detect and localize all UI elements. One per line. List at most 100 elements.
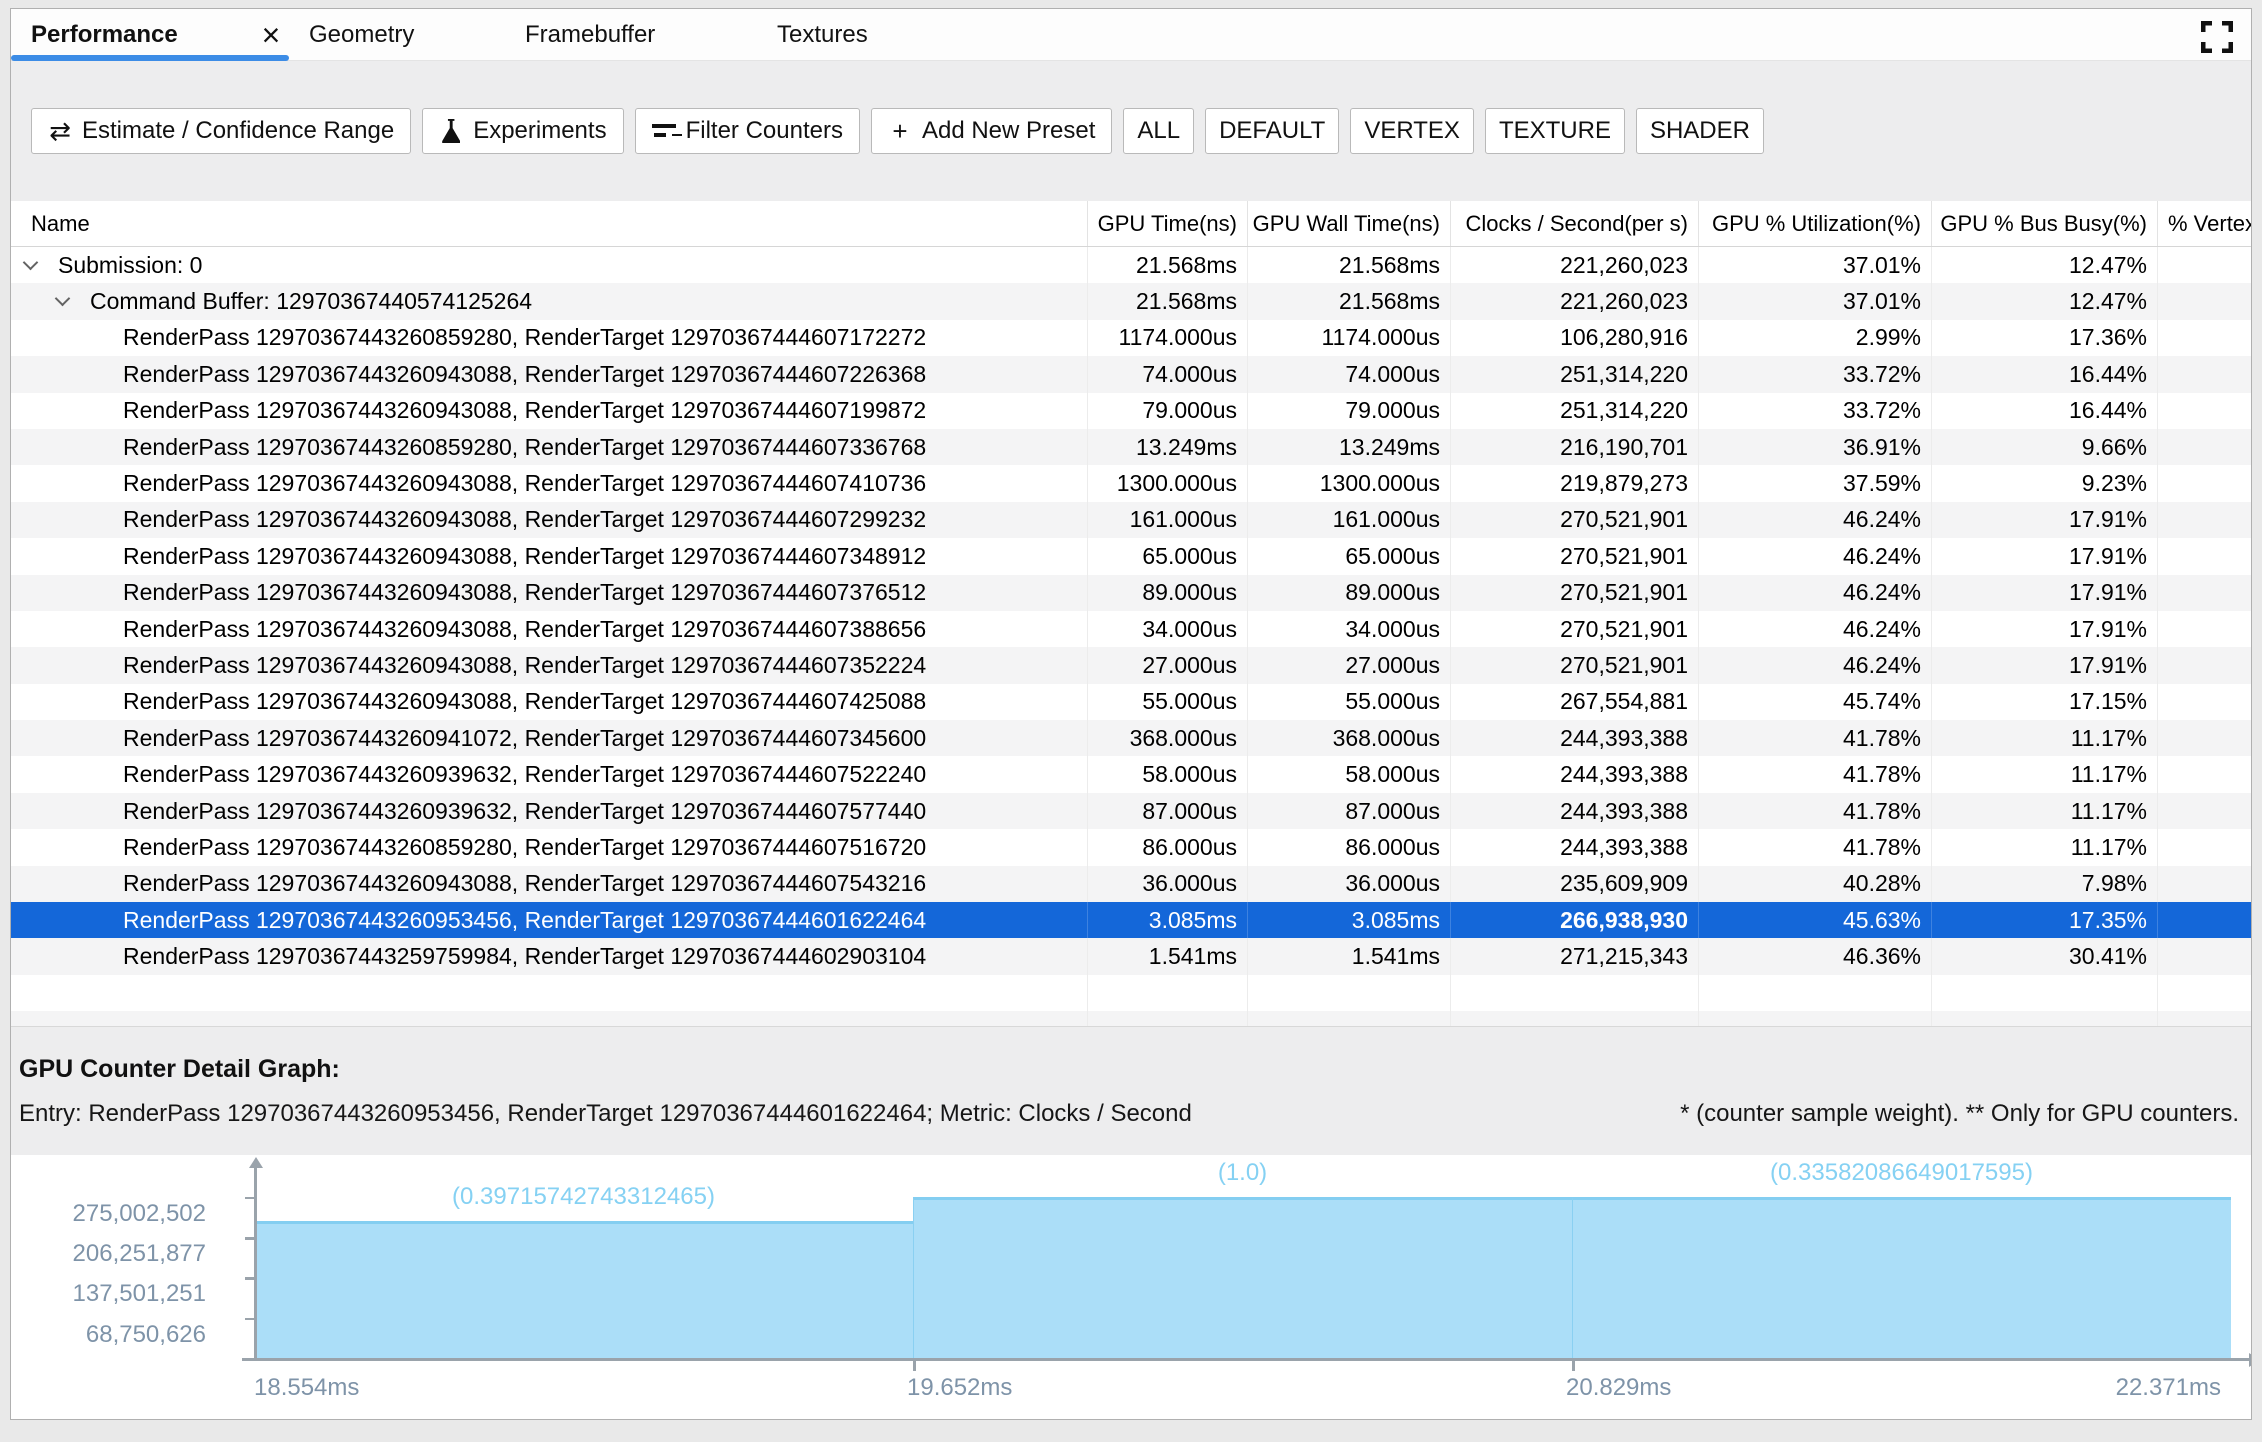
preset-texture-button[interactable]: TEXTURE	[1484, 108, 1625, 154]
column-header-gpu-time-ns-[interactable]: GPU Time(ns)	[1088, 201, 1248, 246]
column-header-gpu-wall-time-ns-[interactable]: GPU Wall Time(ns)	[1248, 201, 1451, 246]
detail-entry: Entry: RenderPass 12970367443260953456, …	[19, 1100, 1192, 1127]
tab-performance[interactable]: Performance	[31, 9, 178, 61]
table-row[interactable]: RenderPass 12970367443259759984, RenderT…	[11, 938, 2251, 975]
table-row[interactable]: RenderPass 12970367443260943088, RenderT…	[11, 610, 2251, 648]
row-value: 251,314,220	[1451, 392, 1699, 429]
row-name: Submission: 0	[11, 247, 1088, 284]
button-label: Add New Preset	[921, 117, 1096, 144]
row-value: 89.000us	[1248, 574, 1451, 611]
preset-default-button[interactable]: DEFAULT	[1205, 108, 1340, 154]
row-value: 271,215,343	[1451, 938, 1699, 975]
x-axis-label: 20.829ms	[1566, 1374, 1672, 1401]
row-value	[2158, 720, 2251, 756]
row-value	[2158, 393, 2251, 429]
column-header-gpu-%-utilization-%-[interactable]: GPU % Utilization(%)	[1699, 201, 1932, 246]
tab-geometry[interactable]: Geometry	[309, 9, 414, 61]
row-value	[2158, 465, 2251, 501]
row-value: 37.01%	[1699, 283, 1932, 320]
row-value: 216,190,701	[1451, 428, 1699, 466]
row-value	[2158, 756, 2251, 792]
table-row[interactable]: RenderPass 12970367443260943088, RenderT…	[11, 647, 2251, 684]
x-axis-line	[242, 1358, 2249, 1361]
table-row[interactable]: RenderPass 12970367443260943088, RenderT…	[11, 501, 2251, 539]
table-row[interactable]: RenderPass 12970367443260941072, RenderT…	[11, 720, 2251, 757]
row-name: RenderPass 12970367443260943088, RenderT…	[11, 865, 1088, 903]
row-value: 270,521,901	[1451, 501, 1699, 539]
row-value: 17.36%	[1932, 319, 2158, 357]
button-label: Filter Counters	[685, 117, 843, 144]
column-header-name[interactable]: Name	[11, 201, 1088, 246]
row-value: 106,280,916	[1451, 319, 1699, 357]
row-value: 17.91%	[1932, 647, 2158, 684]
table-row[interactable]: RenderPass 12970367443260943088, RenderT…	[11, 538, 2251, 575]
table-row[interactable]: RenderPass 12970367443260943088, RenderT…	[11, 574, 2251, 611]
table-row[interactable]: Submission: 0 21.568ms 21.568ms 221,260,023…	[11, 247, 2251, 284]
row-value: 40.28%	[1699, 865, 1932, 903]
add-new-preset-button[interactable]: + Add New Preset	[870, 108, 1113, 154]
tab-framebuffer[interactable]: Framebuffer	[525, 9, 655, 61]
row-value: 46.36%	[1699, 938, 1932, 975]
row-value: 17.91%	[1932, 538, 2158, 575]
row-name: RenderPass 12970367443260941072, RenderT…	[11, 720, 1088, 757]
row-value: 36.000us	[1248, 865, 1451, 903]
row-value: 244,393,388	[1451, 720, 1699, 757]
table-row[interactable]: RenderPass 12970367443260859280, RenderT…	[11, 319, 2251, 357]
table-row[interactable]: RenderPass 12970367443260943088, RenderT…	[11, 356, 2251, 393]
table-row[interactable]: RenderPass 12970367443260859280, RenderT…	[11, 428, 2251, 466]
row-value: 41.78%	[1699, 829, 1932, 866]
row-value: 161.000us	[1248, 501, 1451, 539]
close-tab-icon[interactable]: ×	[251, 9, 291, 61]
profiler-window: Performance × Geometry Framebuffer Textu…	[10, 8, 2252, 1420]
table-row[interactable]: RenderPass 12970367443260943088, RenderT…	[11, 465, 2251, 502]
column-header-clocks-second-per-s-[interactable]: Clocks / Second(per s)	[1451, 201, 1699, 246]
row-value: 27.000us	[1248, 647, 1451, 684]
row-value: 267,554,881	[1451, 683, 1699, 721]
table-row[interactable]: Command Buffer: 12970367440574125264 21.5…	[11, 283, 2251, 320]
table-row[interactable]: RenderPass 12970367443260943088, RenderT…	[11, 392, 2251, 429]
column-header-gpu-%-bus-busy-%-[interactable]: GPU % Bus Busy(%)	[1932, 201, 2158, 246]
table-header: Name GPU Time(ns) GPU Wall Time(ns) Clocks …	[11, 201, 2251, 247]
row-name: RenderPass 12970367443260953456, RenderT…	[11, 902, 1088, 939]
row-value: 1.541ms	[1088, 938, 1248, 975]
row-value	[2158, 938, 2251, 974]
row-value	[2158, 866, 2251, 902]
preset-vertex-button[interactable]: VERTEX	[1350, 108, 1474, 154]
table-row[interactable]: RenderPass 12970367443260939632, RenderT…	[11, 792, 2251, 830]
experiments-button[interactable]: Experiments	[422, 108, 624, 154]
row-value: 11.17%	[1932, 720, 2158, 757]
row-value: 368.000us	[1088, 720, 1248, 757]
table-row-selected[interactable]: RenderPass 12970367443260953456, RenderT…	[11, 902, 2251, 939]
row-value: 235,609,909	[1451, 865, 1699, 903]
row-value: 161.000us	[1088, 501, 1248, 539]
chevron-down-icon[interactable]	[54, 290, 71, 307]
row-value: 46.24%	[1699, 501, 1932, 539]
table-row[interactable]: RenderPass 12970367443260943088, RenderT…	[11, 683, 2251, 721]
row-value: 17.91%	[1932, 501, 2158, 539]
row-name: RenderPass 12970367443260859280, RenderT…	[11, 428, 1088, 466]
row-value: 37.59%	[1699, 465, 1932, 502]
column-header-%-vertex[interactable]: % Vertex	[2158, 201, 2251, 246]
table-row[interactable]: RenderPass 12970367443260939632, RenderT…	[11, 756, 2251, 793]
filter-counters-button[interactable]: Filter Counters	[634, 108, 860, 154]
detail-footnote: * (counter sample weight). ** Only for G…	[1680, 1100, 2239, 1127]
chevron-down-icon[interactable]	[22, 254, 39, 270]
row-value: 17.15%	[1932, 683, 2158, 721]
row-value: 3.085ms	[1088, 902, 1248, 939]
tab-textures[interactable]: Textures	[777, 9, 868, 61]
table-row[interactable]: RenderPass 12970367443260943088, RenderT…	[11, 865, 2251, 903]
table-row[interactable]: RenderPass 12970367443260859280, RenderT…	[11, 829, 2251, 866]
y-axis-label: 275,002,502	[72, 1199, 206, 1227]
row-value: 74.000us	[1248, 356, 1451, 393]
fullscreen-icon[interactable]	[2201, 21, 2233, 53]
button-label: Experiments	[473, 117, 607, 144]
row-value: 33.72%	[1699, 392, 1932, 429]
row-value: 13.249ms	[1248, 428, 1451, 466]
preset-shader-button[interactable]: SHADER	[1635, 108, 1764, 154]
preset-all-button[interactable]: ALL	[1123, 108, 1195, 154]
row-value: 219,879,273	[1451, 465, 1699, 502]
row-value: 11.17%	[1932, 829, 2158, 866]
row-value: 58.000us	[1248, 756, 1451, 793]
row-value: 79.000us	[1248, 392, 1451, 429]
estimate-confidence-range-button[interactable]: ⇄ Estimate / Confidence Range	[31, 108, 412, 154]
